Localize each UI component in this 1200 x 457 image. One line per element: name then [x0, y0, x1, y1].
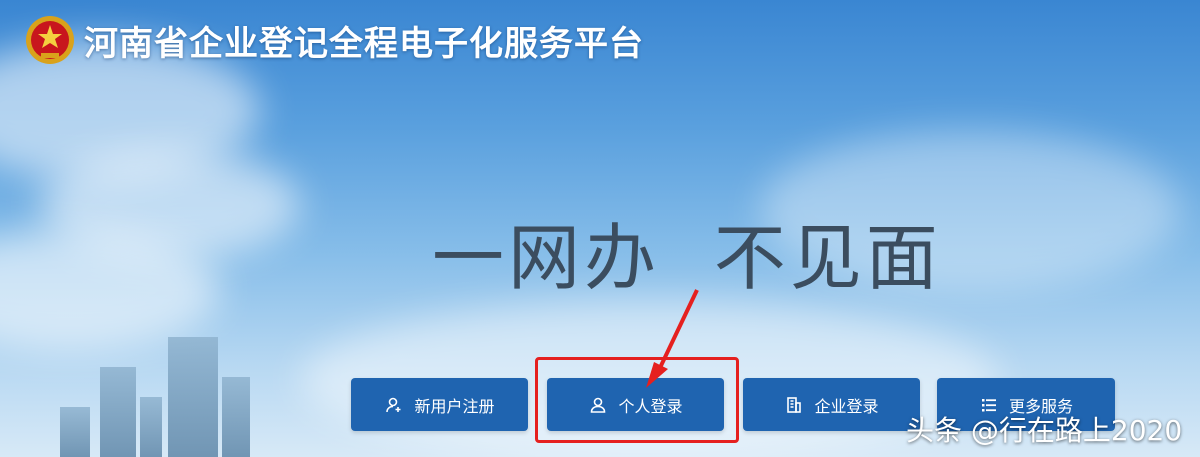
user-add-icon [384, 395, 404, 415]
site-header: 河南省企业登记全程电子化服务平台 [22, 10, 644, 70]
national-emblem-icon [22, 12, 78, 68]
enterprise-login-button-label: 企业登录 [814, 396, 879, 416]
watermark-text: 头条 @行在路上2020 [906, 414, 1183, 447]
hero-slogan: 一网办 不见面 [432, 216, 942, 300]
enterprise-login-button[interactable]: 企业登录 [743, 378, 920, 431]
building-icon [784, 395, 804, 415]
site-title: 河南省企业登记全程电子化服务平台 [84, 23, 644, 64]
register-button[interactable]: 新用户注册 [351, 378, 528, 431]
highlight-box [535, 357, 739, 443]
register-button-label: 新用户注册 [414, 396, 495, 416]
